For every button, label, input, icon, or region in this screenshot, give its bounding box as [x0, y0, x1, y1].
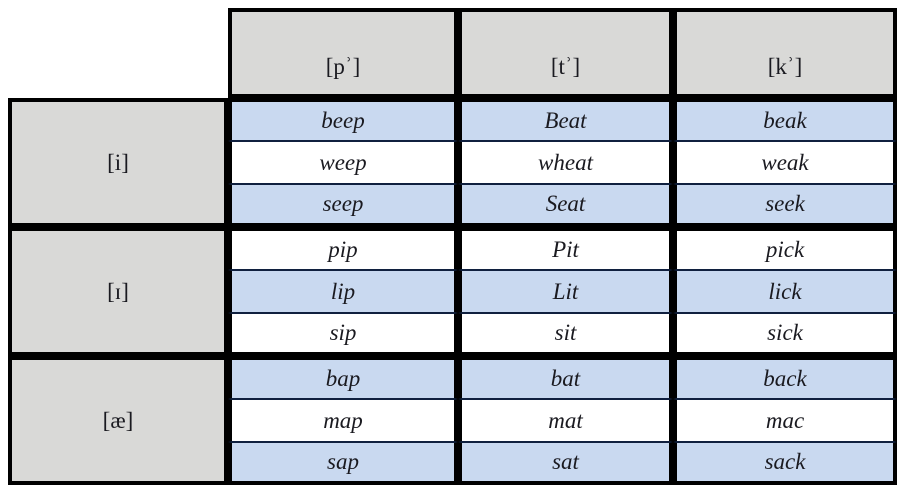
vowel-label-1: [i]	[8, 98, 228, 227]
vowel-label-2: [ɪ]	[8, 227, 228, 356]
word-cell: lick	[673, 270, 897, 313]
column-header-2: [tʾ]	[458, 8, 673, 98]
word-cell: mat	[458, 399, 673, 442]
word-cell: sick	[673, 313, 897, 356]
word-cell: sap	[228, 442, 458, 485]
word-cell: Lit	[458, 270, 673, 313]
word-cell: sip	[228, 313, 458, 356]
word-cell: sit	[458, 313, 673, 356]
word-cell: seep	[228, 184, 458, 227]
minimal-pair-table: [pʾ] [tʾ] [kʾ] [i] beep Beat beak weep wheat weak…	[0, 0, 917, 503]
word-cell: lip	[228, 270, 458, 313]
word-cell: pip	[228, 227, 458, 270]
column-header-3: [kʾ]	[673, 8, 897, 98]
word-cell: mac	[673, 399, 897, 442]
word-cell: weep	[228, 141, 458, 184]
word-cell: sack	[673, 442, 897, 485]
word-cell: weak	[673, 141, 897, 184]
word-cell: Beat	[458, 98, 673, 141]
column-header-1: [pʾ]	[228, 8, 458, 98]
word-cell: beep	[228, 98, 458, 141]
word-cell: seek	[673, 184, 897, 227]
word-cell: beak	[673, 98, 897, 141]
word-cell: back	[673, 356, 897, 399]
word-cell: Pit	[458, 227, 673, 270]
word-cell: bat	[458, 356, 673, 399]
word-cell: bap	[228, 356, 458, 399]
word-cell: sat	[458, 442, 673, 485]
word-cell: pick	[673, 227, 897, 270]
word-cell: Seat	[458, 184, 673, 227]
vowel-label-3: [æ]	[8, 356, 228, 485]
word-cell: wheat	[458, 141, 673, 184]
word-cell: map	[228, 399, 458, 442]
